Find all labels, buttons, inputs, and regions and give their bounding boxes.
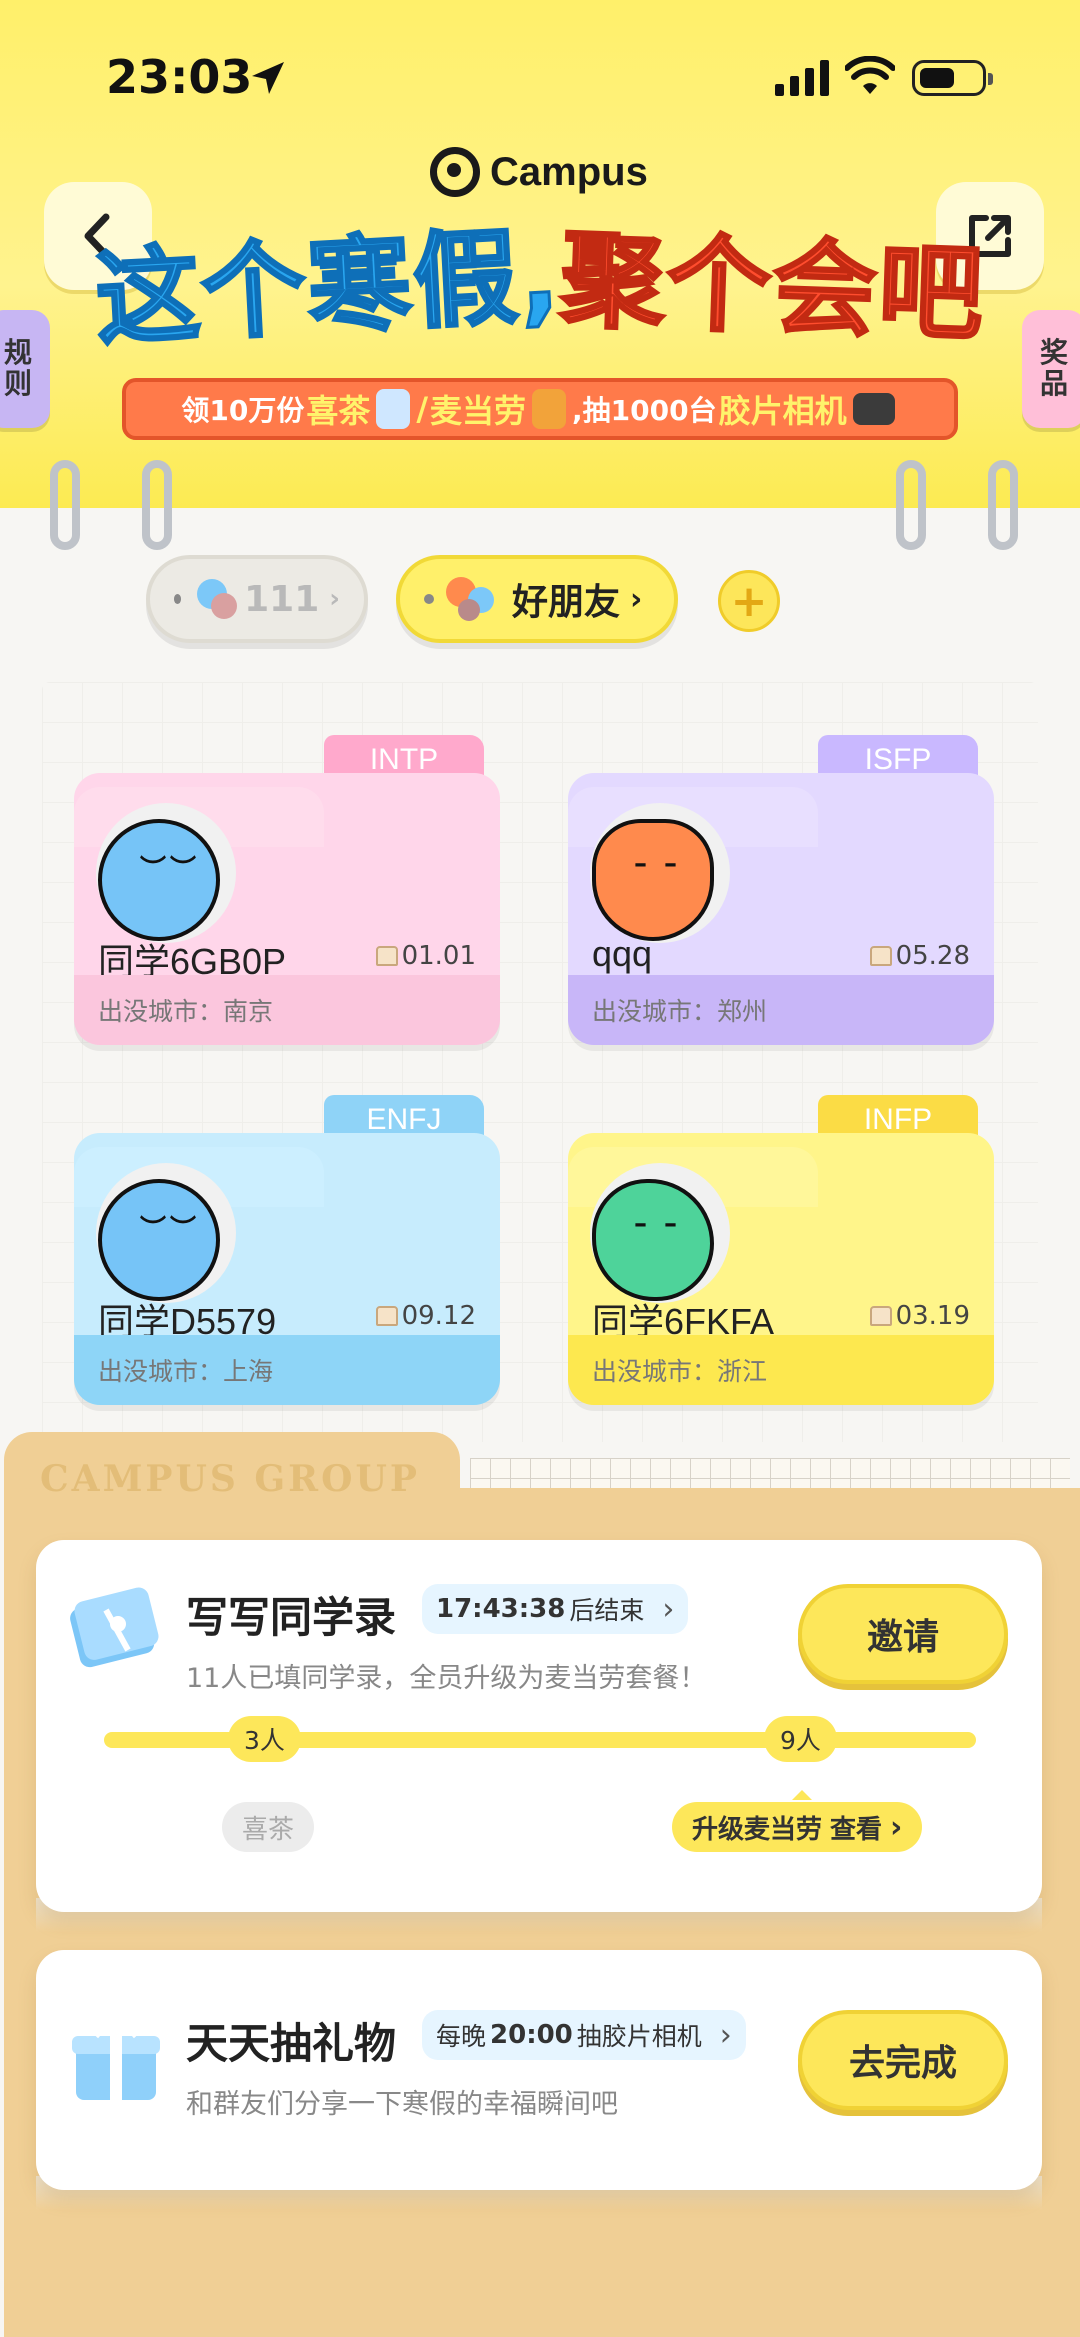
- binder-ring-3: [896, 460, 926, 550]
- prizes-tab[interactable]: 奖 品: [1022, 310, 1080, 428]
- classmate-card[interactable]: INTP ︶︶ 同学6GB0P 01.01 出没城市：南京: [74, 735, 500, 1045]
- plus-icon: +: [730, 575, 768, 627]
- ribbon-highlight-heytea: 喜茶: [306, 392, 371, 430]
- group-tab-good-friends[interactable]: 好朋友 ›: [396, 555, 678, 643]
- go-complete-button[interactable]: 去完成: [798, 2010, 1008, 2110]
- campus-logo-icon: [430, 147, 480, 197]
- chevron-right-icon: ›: [630, 581, 643, 617]
- ribbon-highlight-camera: 胶片相机: [718, 392, 847, 430]
- draw-time-chip[interactable]: 每晚 20:00 抽胶片相机 ›: [422, 2010, 746, 2060]
- gift-book-icon: [70, 1587, 159, 1668]
- invite-button[interactable]: 邀请: [798, 1584, 1008, 1684]
- burger-icon: [532, 389, 567, 429]
- card-city: 出没城市：上海: [74, 1335, 500, 1405]
- card-body: – – qqq 05.28 出没城市：郑州: [568, 773, 994, 1045]
- hero-title-part1: 这个寒假,: [91, 212, 565, 361]
- face-icon: ︶︶: [140, 1215, 201, 1245]
- birthday-value: 09.12: [401, 1301, 476, 1331]
- face-icon: – –: [634, 849, 682, 879]
- folder-label: CAMPUS GROUP: [40, 1458, 420, 1500]
- group-tab-111[interactable]: 111 ›: [146, 555, 368, 643]
- hero-title-part2: 聚个会吧: [557, 217, 988, 357]
- group-avatars-icon: [191, 575, 238, 623]
- reward-mcdonalds-link[interactable]: 升级麦当劳 查看 ›: [672, 1790, 923, 1852]
- group-avatars-icon: [444, 575, 502, 623]
- birthday-value: 01.01: [401, 941, 476, 971]
- binder-ring-1: [50, 460, 80, 550]
- cake-icon: [869, 1306, 892, 1326]
- face-icon: – –: [634, 1209, 682, 1239]
- film-camera-icon: [852, 393, 895, 425]
- ribbon-slash: /: [416, 390, 429, 428]
- classmate-name: qqq: [592, 933, 653, 974]
- card-city: 出没城市：南京: [74, 975, 500, 1045]
- logo-text: Campus: [490, 149, 648, 194]
- chip-time: 20:00: [490, 2020, 573, 2050]
- card-body: ︶︶ 同学6GB0P 01.01 出没城市：南京: [74, 773, 500, 1045]
- progress-node-9: 9人: [764, 1716, 837, 1762]
- group-tab-label: 好朋友: [512, 582, 621, 623]
- chevron-right-icon: ›: [890, 1809, 903, 1845]
- view-link: 查看: [830, 1814, 883, 1845]
- cake-icon: [869, 946, 892, 966]
- battery-icon: [912, 60, 993, 96]
- status-time: 23:03: [106, 50, 253, 104]
- chevron-right-icon: ›: [329, 584, 340, 614]
- promo-ribbon: 领10万份 喜茶 / 麦当劳 ,抽1000台 胶片相机: [122, 378, 958, 440]
- ribbon-text-2: ,抽1000台: [572, 394, 717, 427]
- task-title: 写写同学录: [186, 1593, 397, 1642]
- face-icon: ︶︶: [140, 855, 201, 885]
- binder-ring-2: [142, 460, 172, 550]
- task-description: 和群友们分享一下寒假的幸福瞬间吧: [186, 2089, 618, 2120]
- signal-icon: [775, 60, 829, 96]
- card-city: 出没城市：浙江: [568, 1335, 994, 1405]
- chip-suffix: 抽胶片相机: [576, 2022, 702, 2051]
- birthday: 03.19: [869, 1301, 970, 1331]
- avatar: ︶︶: [96, 803, 236, 943]
- gift-box-icon: [72, 2022, 160, 2100]
- countdown-chip[interactable]: 17:43:38 后结束 ›: [422, 1584, 689, 1634]
- classmate-card[interactable]: ENFJ ︶︶ 同学D5579 09.12 出没城市：上海: [74, 1095, 500, 1405]
- reward-heytea: 喜茶: [222, 1802, 315, 1852]
- card-body: – – 同学6FKFA 03.19 出没城市：浙江: [568, 1133, 994, 1405]
- avatar: – –: [590, 1163, 730, 1303]
- ribbon-highlight-mcdonalds: 麦当劳: [430, 392, 527, 430]
- wifi-icon: [845, 56, 895, 94]
- binder-ring-4: [988, 460, 1018, 550]
- dot-icon: [174, 594, 182, 604]
- avatar: – –: [590, 803, 730, 943]
- birthday: 05.28: [869, 941, 970, 971]
- chevron-right-icon: ›: [719, 2017, 732, 2053]
- dot-icon: [424, 594, 434, 604]
- ribbon-text-1: 领10万份: [181, 394, 305, 427]
- rules-tab-label: 规 则: [3, 336, 32, 400]
- task-title: 天天抽礼物: [186, 2019, 397, 2068]
- group-tab-label: 111: [244, 578, 320, 620]
- add-group-button[interactable]: +: [718, 570, 780, 632]
- chevron-right-icon: ›: [662, 1591, 675, 1627]
- prizes-tab-label: 奖 品: [1039, 336, 1068, 400]
- birthday: 09.12: [375, 1301, 476, 1331]
- cake-icon: [375, 1306, 398, 1326]
- classmate-card[interactable]: ISFP – – qqq 05.28 出没城市：郑州: [568, 735, 994, 1045]
- avatar: ︶︶: [96, 1163, 236, 1303]
- card-body: ︶︶ 同学D5579 09.12 出没城市：上海: [74, 1133, 500, 1405]
- location-arrow-icon: [252, 62, 284, 94]
- birthday-value: 05.28: [895, 941, 970, 971]
- tea-cup-icon: [376, 389, 411, 429]
- birthday-value: 03.19: [895, 1301, 970, 1331]
- card-city: 出没城市：郑州: [568, 975, 994, 1045]
- chip-prefix: 每晚: [436, 2022, 487, 2051]
- countdown-time: 17:43:38: [436, 1594, 566, 1624]
- cake-icon: [375, 946, 398, 966]
- countdown-suffix: 后结束: [569, 1596, 645, 1625]
- classmate-card[interactable]: INFP – – 同学6FKFA 03.19 出没城市：浙江: [568, 1095, 994, 1405]
- progress-node-3: 3人: [228, 1716, 301, 1762]
- birthday: 01.01: [375, 941, 476, 971]
- rules-tab[interactable]: 规 则: [0, 310, 50, 428]
- hero-title: 这个寒假, 聚个会吧: [91, 202, 988, 361]
- reward-mcdonalds: 升级麦当劳: [692, 1814, 823, 1845]
- task-description: 11人已填同学录，全员升级为麦当劳套餐！: [186, 1663, 707, 1694]
